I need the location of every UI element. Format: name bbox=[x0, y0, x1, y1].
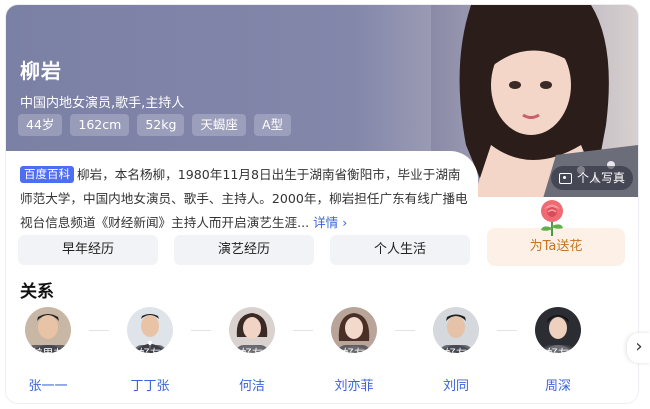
photo-album-label: 个人写真 bbox=[577, 171, 626, 185]
person-card: 柳岩 中国内地女演员,歌手,主持人 44岁 162cm 52kg 天蝎座 A型 … bbox=[6, 5, 638, 403]
chevron-right-icon: › bbox=[635, 336, 643, 357]
baike-badge[interactable]: 百度百科 bbox=[20, 166, 74, 183]
relation-name: 刘同 bbox=[442, 379, 469, 394]
relation-badge: 好友 bbox=[439, 345, 473, 353]
relation-name: 周深 bbox=[544, 379, 571, 394]
relation-badge: 好友 bbox=[541, 345, 575, 353]
connector-line bbox=[395, 330, 415, 331]
send-flower-label: 为Ta送花 bbox=[529, 239, 583, 254]
section-early-life[interactable]: 早年经历 bbox=[18, 235, 158, 265]
relation-badge: 好友 bbox=[235, 345, 269, 353]
next-relations-button[interactable]: › bbox=[627, 333, 650, 363]
relation-badge: 好友 bbox=[337, 345, 371, 353]
connector-line bbox=[497, 330, 517, 331]
relation-name: 刘亦菲 bbox=[334, 379, 374, 394]
relations-list: 前男友 张一一 好友 丁丁张 好友 何洁 好友 刘亦菲 bbox=[16, 307, 616, 401]
avatar: 好友 bbox=[535, 307, 581, 353]
relation-item[interactable]: 前男友 张一一 bbox=[16, 307, 80, 394]
rose-icon bbox=[535, 198, 569, 240]
details-link[interactable]: 详情 bbox=[313, 215, 347, 230]
avatar: 好友 bbox=[433, 307, 479, 353]
relation-name: 张一一 bbox=[28, 379, 68, 394]
tag-zodiac: 天蝎座 bbox=[192, 114, 246, 136]
avatar: 好友 bbox=[229, 307, 275, 353]
tag-weight: 52kg bbox=[137, 114, 185, 136]
person-description: 中国内地女演员,歌手,主持人 bbox=[20, 96, 185, 111]
connector-line bbox=[293, 330, 313, 331]
connector-line bbox=[191, 330, 211, 331]
photo-album-button[interactable]: 个人写真 bbox=[551, 166, 634, 190]
relation-item[interactable]: 好友 丁丁张 bbox=[118, 307, 182, 394]
summary-text: 柳岩，本名杨柳，1980年11月8日出生于湖南省衡阳市，毕业于湖南师范大学，中国… bbox=[20, 167, 468, 230]
photo-icon bbox=[559, 172, 572, 184]
relation-name: 丁丁张 bbox=[130, 379, 170, 394]
tag-age: 44岁 bbox=[18, 114, 63, 136]
avatar: 好友 bbox=[331, 307, 377, 353]
section-career[interactable]: 演艺经历 bbox=[174, 235, 314, 265]
relation-badge: 前男友 bbox=[25, 345, 71, 353]
connector-line bbox=[89, 330, 109, 331]
relation-name: 何洁 bbox=[238, 379, 265, 394]
attribute-tags: 44岁 162cm 52kg 天蝎座 A型 bbox=[18, 114, 291, 136]
relation-item[interactable]: 好友 刘亦菲 bbox=[322, 307, 386, 394]
section-personal-life[interactable]: 个人生活 bbox=[330, 235, 470, 265]
relation-badge: 好友 bbox=[133, 345, 167, 353]
relation-item[interactable]: 好友 周深 bbox=[526, 307, 590, 394]
avatar: 前男友 bbox=[25, 307, 71, 353]
section-buttons: 早年经历 演艺经历 个人生活 bbox=[18, 235, 470, 265]
relations-title: 关系 bbox=[20, 282, 54, 302]
relation-item[interactable]: 好友 何洁 bbox=[220, 307, 284, 394]
summary-text-block: 百度百科 柳岩，本名杨柳，1980年11月8日出生于湖南省衡阳市，毕业于湖南师范大… bbox=[20, 163, 470, 235]
avatar: 好友 bbox=[127, 307, 173, 353]
tag-blood-type: A型 bbox=[253, 114, 291, 136]
tag-height: 162cm bbox=[70, 114, 130, 136]
person-name: 柳岩 bbox=[20, 59, 62, 83]
relation-item[interactable]: 好友 刘同 bbox=[424, 307, 488, 394]
